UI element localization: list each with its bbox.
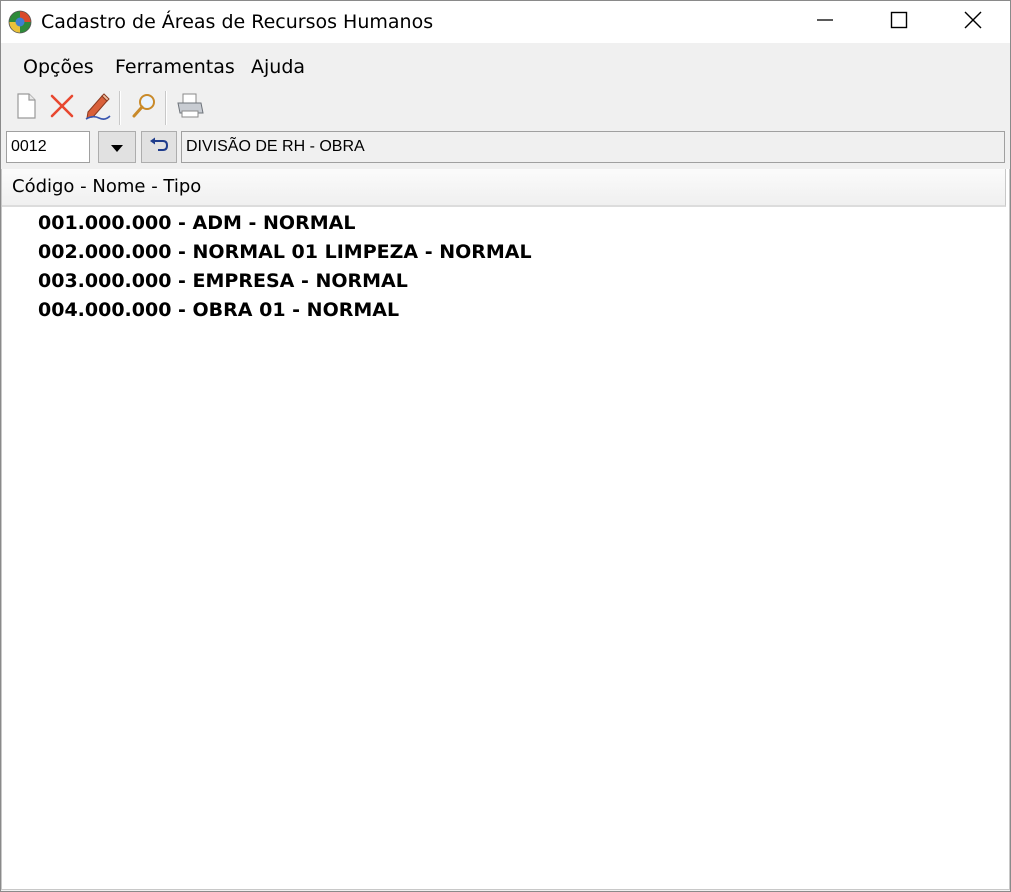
minimize-icon bbox=[816, 11, 834, 33]
code-dropdown-button[interactable] bbox=[98, 131, 136, 163]
new-document-icon bbox=[14, 92, 38, 124]
tree-item[interactable]: 003.000.000 - EMPRESA - NORMAL bbox=[38, 269, 408, 293]
close-button[interactable] bbox=[936, 1, 1010, 43]
area-tree[interactable]: Código - Nome - Tipo 001.000.000 - ADM -… bbox=[1, 169, 1010, 890]
chevron-down-icon bbox=[110, 138, 124, 157]
toolbar-separator bbox=[165, 91, 167, 125]
menu-ajuda[interactable]: Ajuda bbox=[251, 55, 305, 79]
record-selector: 0012 DIVISÃO DE RH - OBRA bbox=[1, 130, 1010, 166]
menu-ferramentas[interactable]: Ferramentas bbox=[115, 55, 235, 79]
delete-x-icon bbox=[49, 93, 75, 123]
undo-button[interactable] bbox=[141, 131, 177, 163]
globe-app-icon bbox=[8, 10, 32, 34]
tree-item[interactable]: 004.000.000 - OBRA 01 - NORMAL bbox=[38, 298, 399, 322]
delete-button[interactable] bbox=[47, 92, 77, 124]
title-bar[interactable]: Cadastro de Áreas de Recursos Humanos bbox=[1, 1, 1010, 43]
search-button[interactable] bbox=[129, 92, 159, 124]
menu-opcoes[interactable]: Opções bbox=[23, 55, 94, 79]
description-field: DIVISÃO DE RH - OBRA bbox=[181, 131, 1005, 163]
printer-icon bbox=[175, 92, 205, 124]
close-icon bbox=[964, 11, 982, 33]
edit-button[interactable] bbox=[82, 92, 112, 124]
maximize-icon bbox=[890, 11, 908, 33]
print-button[interactable] bbox=[175, 92, 205, 124]
search-magnifier-icon bbox=[130, 92, 158, 124]
tree-item[interactable]: 002.000.000 - NORMAL 01 LIMPEZA - NORMAL bbox=[38, 240, 532, 264]
window-title: Cadastro de Áreas de Recursos Humanos bbox=[41, 11, 434, 33]
maximize-button[interactable] bbox=[862, 1, 936, 43]
edit-pencil-icon bbox=[83, 92, 111, 124]
menu-bar: Opções Ferramentas Ajuda bbox=[1, 43, 1010, 89]
toolbar-separator bbox=[119, 91, 121, 125]
tree-column-header[interactable]: Código - Nome - Tipo bbox=[2, 169, 1006, 207]
new-record-button[interactable] bbox=[11, 92, 41, 124]
toolbar bbox=[1, 89, 1010, 127]
undo-arrow-icon bbox=[149, 137, 169, 157]
main-window: Cadastro de Áreas de Recursos Humanos Op… bbox=[0, 0, 1011, 892]
code-input[interactable]: 0012 bbox=[6, 131, 90, 163]
tree-header-label: Código - Nome - Tipo bbox=[12, 176, 202, 197]
tree-item[interactable]: 001.000.000 - ADM - NORMAL bbox=[38, 211, 355, 235]
minimize-button[interactable] bbox=[788, 1, 862, 43]
